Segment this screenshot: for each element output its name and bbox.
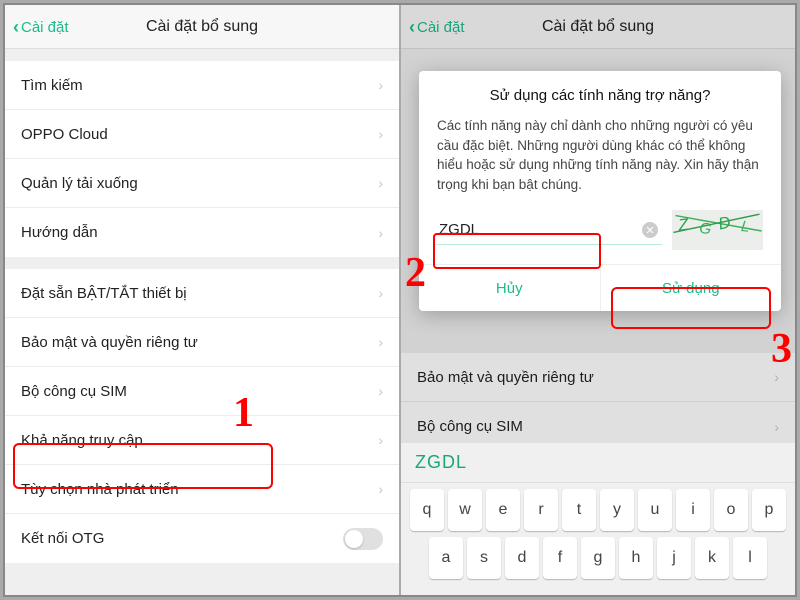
settings-group-1: Tìm kiếm› OPPO Cloud› Quản lý tải xuống›… [5, 61, 399, 257]
chevron-right-icon: › [378, 225, 383, 241]
row-power-schedule[interactable]: Đặt sẵn BẬT/TẮT thiết bị› [5, 269, 399, 318]
key-l[interactable]: l [733, 537, 767, 579]
dialog-title: Sử dụng các tính năng trợ năng? [419, 71, 781, 112]
svg-text:D: D [716, 213, 732, 234]
phone-left: ‹ Cài đặt Cài đặt bổ sung Tìm kiếm› OPPO… [5, 5, 399, 595]
key-a[interactable]: a [429, 537, 463, 579]
key-h[interactable]: h [619, 537, 653, 579]
row-guide[interactable]: Hướng dẫn› [5, 208, 399, 257]
row-search[interactable]: Tìm kiếm› [5, 61, 399, 110]
annotation-highlight-3 [611, 287, 771, 329]
svg-text:L: L [740, 218, 750, 236]
accessibility-dialog: Sử dụng các tính năng trợ năng? Các tính… [419, 71, 781, 311]
chevron-right-icon: › [378, 383, 383, 399]
row-otg[interactable]: Kết nối OTG [5, 514, 399, 563]
chevron-right-icon: › [378, 481, 383, 497]
soft-keyboard: ZGDL q w e r t y u i o p a s d [401, 443, 795, 595]
key-i[interactable]: i [676, 489, 710, 531]
phone-right: ‹ Cài đặt Cài đặt bổ sung Bảo mật và quy… [401, 5, 795, 595]
key-p[interactable]: p [752, 489, 786, 531]
key-j[interactable]: j [657, 537, 691, 579]
key-r[interactable]: r [524, 489, 558, 531]
cancel-button[interactable]: Hủy [419, 265, 600, 311]
row-oppo-cloud[interactable]: OPPO Cloud› [5, 110, 399, 159]
kb-suggestion[interactable]: ZGDL [401, 443, 795, 483]
chevron-right-icon: › [378, 175, 383, 191]
clear-input-icon[interactable]: ✕ [642, 222, 658, 238]
kb-row-1: q w e r t y u i o p [405, 489, 791, 531]
back-label: Cài đặt [21, 19, 69, 36]
svg-text:G: G [698, 220, 713, 238]
chevron-right-icon: › [378, 334, 383, 350]
dialog-body: Các tính năng này chỉ dành cho những ngư… [419, 112, 781, 204]
key-o[interactable]: o [714, 489, 748, 531]
key-e[interactable]: e [486, 489, 520, 531]
key-t[interactable]: t [562, 489, 596, 531]
key-k[interactable]: k [695, 537, 729, 579]
row-downloads[interactable]: Quản lý tải xuống› [5, 159, 399, 208]
header: ‹ Cài đặt Cài đặt bổ sung [5, 5, 399, 49]
chevron-right-icon: › [378, 285, 383, 301]
key-s[interactable]: s [467, 537, 501, 579]
chevron-left-icon: ‹ [13, 17, 19, 38]
key-g[interactable]: g [581, 537, 615, 579]
key-u[interactable]: u [638, 489, 672, 531]
key-y[interactable]: y [600, 489, 634, 531]
settings-group-2: Đặt sẵn BẬT/TẮT thiết bị› Bảo mật và quy… [5, 269, 399, 563]
row-security-privacy[interactable]: Bảo mật và quyền riêng tư› [5, 318, 399, 367]
kb-row-2: a s d f g h j k l [405, 537, 791, 579]
annotation-highlight-1 [13, 443, 273, 489]
row-sim-toolkit[interactable]: Bộ công cụ SIM› [5, 367, 399, 416]
chevron-right-icon: › [378, 432, 383, 448]
chevron-right-icon: › [378, 77, 383, 93]
annotation-step-2: 2 [405, 249, 426, 297]
otg-toggle[interactable] [343, 528, 383, 550]
annotation-highlight-2 [433, 233, 601, 269]
key-q[interactable]: q [410, 489, 444, 531]
key-w[interactable]: w [448, 489, 482, 531]
annotation-step-1: 1 [233, 389, 254, 437]
key-f[interactable]: f [543, 537, 577, 579]
back-button[interactable]: ‹ Cài đặt [13, 5, 69, 49]
chevron-right-icon: › [378, 126, 383, 142]
key-d[interactable]: d [505, 537, 539, 579]
page-title: Cài đặt bổ sung [146, 18, 258, 36]
captcha-image[interactable]: Z G D L [672, 210, 763, 250]
annotation-step-3: 3 [771, 325, 792, 373]
